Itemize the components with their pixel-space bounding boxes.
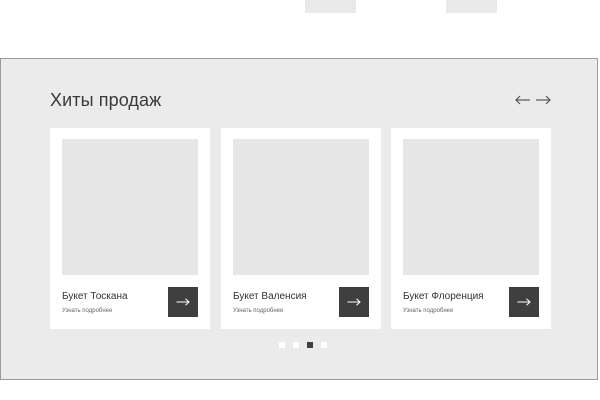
pagination-dot[interactable] [307,342,313,348]
product-details-link[interactable]: Узнать подробнее [403,308,453,314]
product-open-button[interactable] [509,287,539,317]
carousel-nav [515,92,551,108]
bestsellers-section: Хиты продаж Букет Тоскана Узнать подробн… [0,58,598,380]
product-open-button[interactable] [339,287,369,317]
top-placeholder-block [446,0,497,13]
section-title: Хиты продаж [50,90,162,110]
product-open-button[interactable] [168,287,198,317]
pagination-dot[interactable] [293,342,299,348]
product-card: Букет Валенсия Узнать подробнее [221,128,381,329]
product-image-placeholder [233,139,369,275]
page: Хиты продаж Букет Тоскана Узнать подробн… [0,0,600,400]
product-card: Букет Флоренция Узнать подробнее [391,128,551,329]
arrow-right-icon [517,298,531,306]
product-image-placeholder [62,139,198,275]
product-details-link[interactable]: Узнать подробнее [233,308,283,314]
arrow-right-icon [536,95,551,105]
arrow-right-icon [176,298,190,306]
product-title: Букет Тоскана [62,291,128,302]
product-image-placeholder [403,139,539,275]
product-title: Букет Флоренция [403,291,484,302]
product-title: Букет Валенсия [233,291,307,302]
arrow-left-icon [515,95,530,105]
top-placeholder-block [305,0,356,13]
carousel-next-button[interactable] [535,92,551,108]
carousel-prev-button[interactable] [515,92,531,108]
arrow-right-icon [347,298,361,306]
product-card: Букет Тоскана Узнать подробнее [50,128,210,329]
carousel-pagination [279,342,327,348]
pagination-dot[interactable] [279,342,285,348]
product-details-link[interactable]: Узнать подробнее [62,308,112,314]
pagination-dot[interactable] [321,342,327,348]
